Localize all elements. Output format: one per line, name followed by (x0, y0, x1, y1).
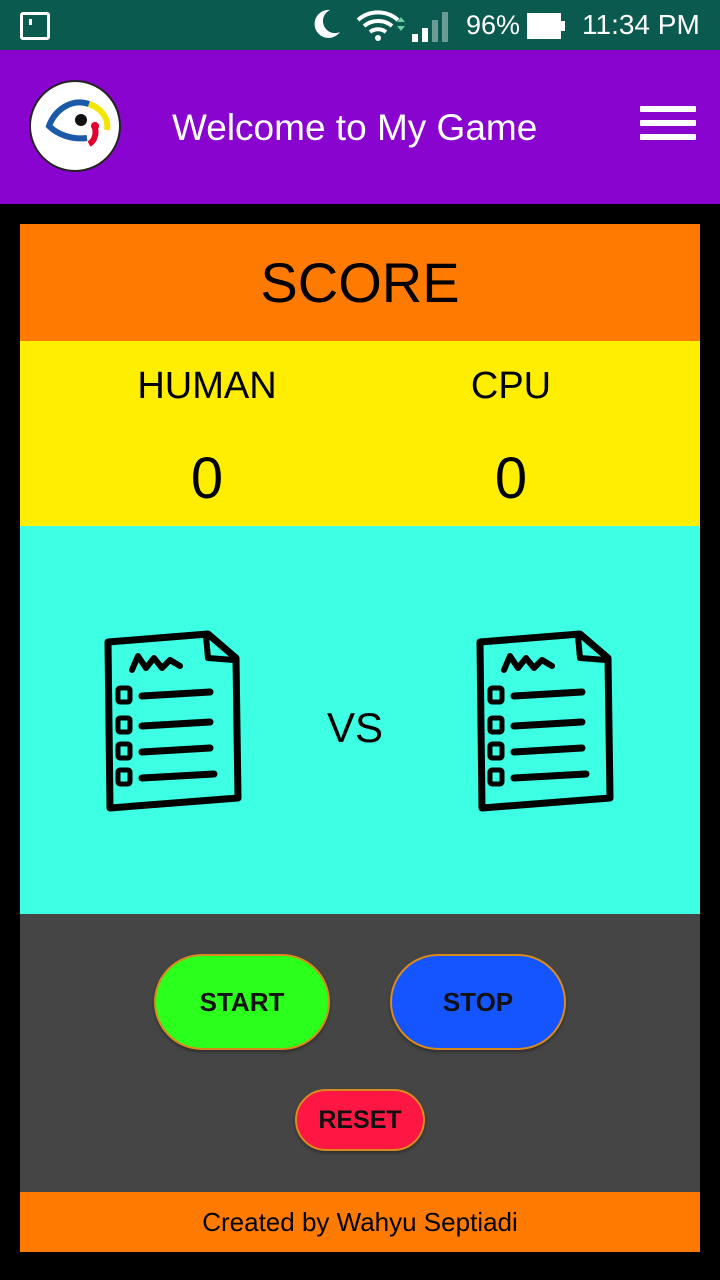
clock: 11:34 PM (582, 9, 700, 40)
notification-icon (20, 12, 50, 40)
human-label: HUMAN (137, 365, 277, 407)
footer-credit: Created by Wahyu Septiadi (20, 1192, 700, 1252)
wifi-icon (356, 10, 405, 41)
cell-signal-icon (412, 12, 448, 42)
reset-button[interactable]: RESET (295, 1089, 425, 1151)
score-header: SCORE (20, 224, 700, 341)
menu-line (640, 120, 696, 126)
score-panel: HUMAN 0 CPU 0 (20, 341, 700, 526)
paper-document-icon (476, 630, 614, 812)
menu-line (640, 106, 696, 112)
app-bar: Welcome to My Game (0, 50, 720, 204)
app-title: Welcome to My Game (172, 107, 538, 148)
app-logo[interactable] (29, 80, 121, 172)
status-bar: 96% 11:34 PM (0, 0, 720, 50)
hamburger-menu-icon[interactable] (640, 106, 696, 148)
battery-icon (527, 13, 565, 39)
controls-panel: START STOP RESET (20, 914, 700, 1192)
do-not-disturb-moon-icon (314, 9, 340, 38)
vs-label: VS (326, 704, 384, 751)
start-button[interactable]: START (154, 954, 330, 1050)
arena: VS (20, 526, 700, 914)
code-art-logo-icon (45, 99, 111, 147)
game-card: SCORE HUMAN 0 CPU 0 VS START STOP RESET … (20, 224, 700, 1252)
stop-button[interactable]: STOP (390, 954, 566, 1050)
cpu-score: 0 (494, 446, 528, 511)
paper-document-icon (104, 630, 242, 812)
human-score: 0 (190, 446, 224, 511)
cpu-label: CPU (470, 365, 552, 407)
menu-line (640, 134, 696, 140)
battery-percentage: 96% (466, 10, 521, 40)
